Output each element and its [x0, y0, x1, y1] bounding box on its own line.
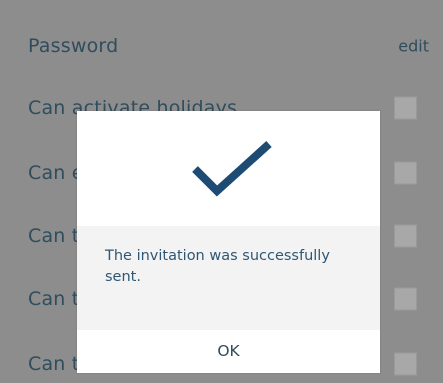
- dialog-message-area: The invitation was successfully sent.: [77, 226, 380, 330]
- checkmark-icon: [192, 141, 272, 197]
- success-dialog: The invitation was successfully sent. OK: [77, 111, 380, 373]
- dialog-message: The invitation was successfully sent.: [105, 248, 330, 285]
- modal-overlay: The invitation was successfully sent. OK: [0, 0, 443, 383]
- settings-screen: Password edit Can activate holidays Can …: [0, 0, 443, 383]
- dialog-icon-area: [77, 111, 380, 226]
- ok-button[interactable]: OK: [77, 330, 380, 373]
